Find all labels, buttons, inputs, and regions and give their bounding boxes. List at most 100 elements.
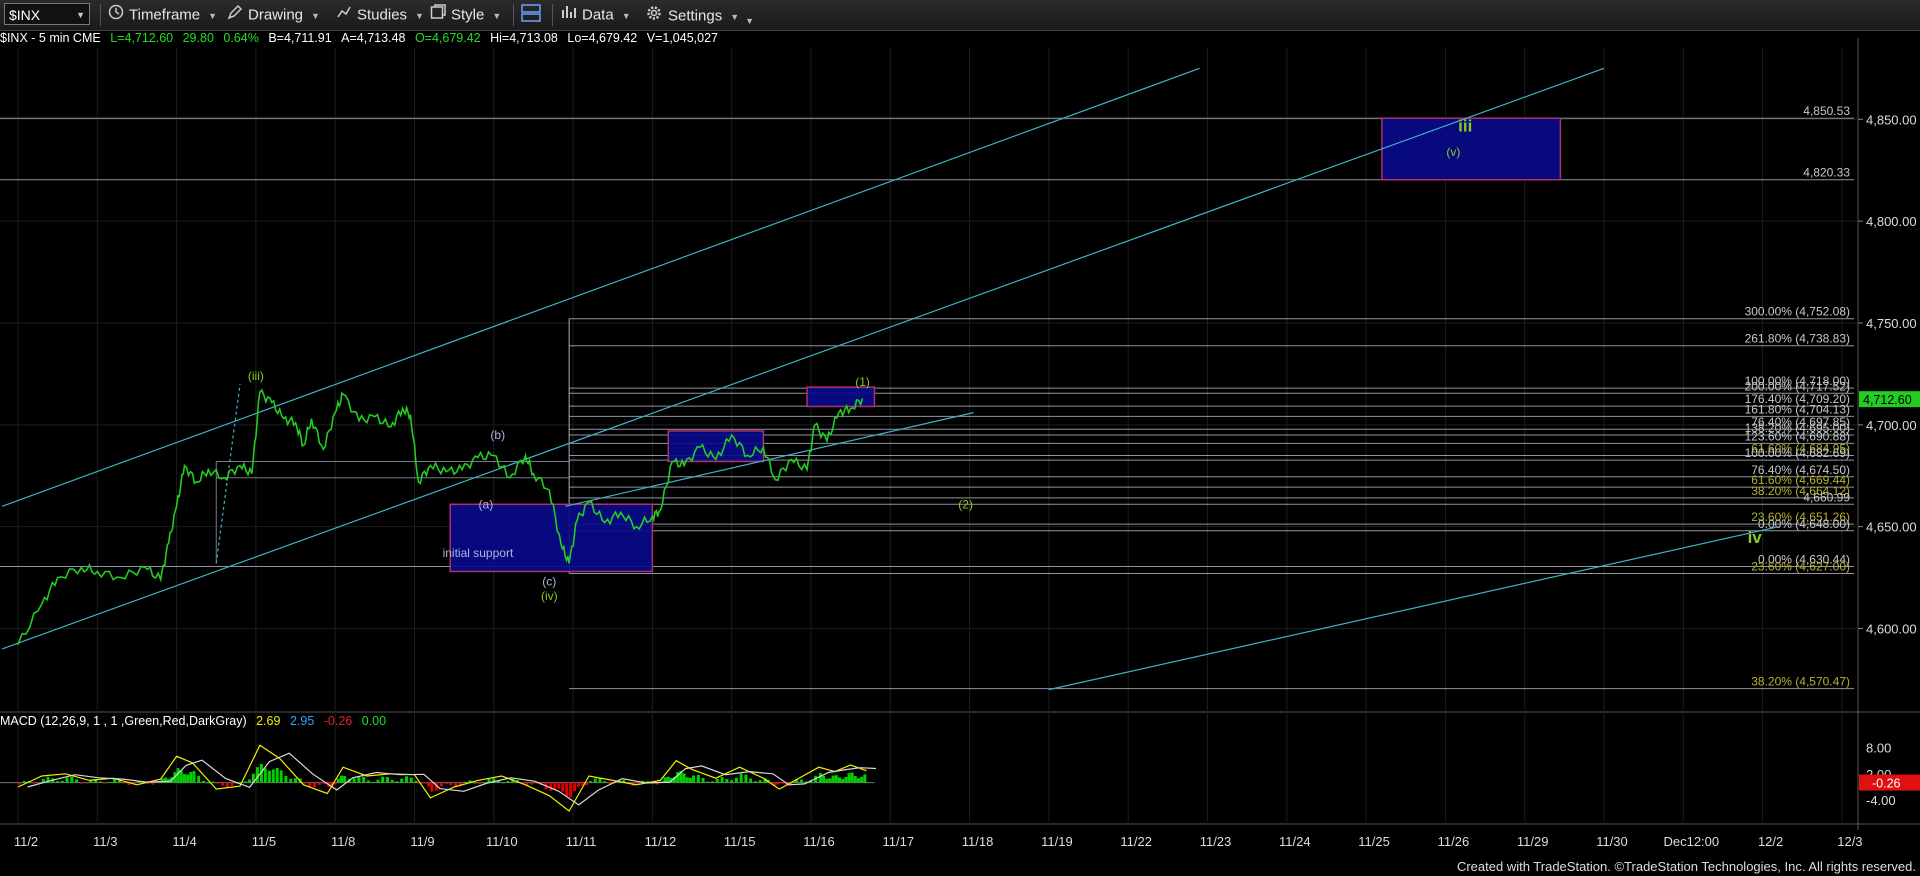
macd-histogram-bar bbox=[151, 782, 155, 785]
price-series bbox=[17, 388, 864, 646]
macd-histogram-bar bbox=[706, 781, 710, 783]
macd-histogram-bar bbox=[409, 777, 413, 783]
macd-histogram-bar bbox=[293, 778, 297, 783]
fib-level-label: 4,820.33 bbox=[1803, 166, 1850, 180]
macd-histogram-bar bbox=[822, 775, 826, 783]
wave-label: (iv) bbox=[541, 589, 558, 603]
macd-histogram-bar bbox=[477, 782, 481, 785]
macd-histogram-bar bbox=[853, 776, 857, 783]
macd-histogram-bar bbox=[744, 774, 748, 783]
macd-histogram-bar bbox=[725, 778, 729, 783]
macd-histogram-bar bbox=[856, 778, 860, 783]
macd-histogram-bar bbox=[776, 782, 780, 785]
y-tick-label: 4,650.00 bbox=[1866, 520, 1917, 535]
volume: V=1,045,027 bbox=[646, 31, 718, 45]
price-line bbox=[17, 388, 864, 646]
macd-histogram-bar bbox=[844, 776, 848, 783]
macd-histogram-bar bbox=[427, 782, 431, 787]
y-axis: 4,600.00 4,650.00 4,700.00 4,750.00 4,800.00… bbox=[1858, 112, 1920, 637]
x-tick-label: 11/23 bbox=[1200, 834, 1232, 849]
x-tick-label: 11/19 bbox=[1041, 834, 1073, 849]
last-price: L=4,712.60 bbox=[110, 31, 174, 45]
macd-histogram-bar bbox=[825, 778, 829, 783]
x-tick-label: 11/18 bbox=[962, 834, 994, 849]
macd-histogram-bar bbox=[553, 782, 557, 790]
macd-histogram-bar bbox=[385, 777, 389, 783]
x-tick-label: 11/25 bbox=[1358, 834, 1390, 849]
symbol-description: $INX - 5 min CME bbox=[0, 31, 101, 45]
macd-histogram-bar bbox=[352, 778, 356, 783]
macd-histogram-bar bbox=[557, 782, 561, 789]
y-tick-label: 4,800.00 bbox=[1866, 214, 1917, 229]
fib-level-label: 300.00% (4,752.08) bbox=[1745, 305, 1850, 319]
macd-histogram-bar bbox=[390, 779, 394, 783]
macd-histogram-bar bbox=[577, 782, 581, 787]
macd-histogram-bar bbox=[279, 770, 283, 783]
macd-histogram-bar bbox=[753, 781, 757, 783]
x-tick-label: 11/24 bbox=[1279, 834, 1311, 849]
macd-histogram-bar bbox=[65, 777, 69, 783]
fib-level-label: 4,660.99 bbox=[1803, 490, 1850, 504]
macd-histogram-bar bbox=[271, 769, 275, 783]
macd-histogram-bar bbox=[79, 782, 83, 784]
macd-hist-value: -0.26 bbox=[323, 714, 353, 728]
macd-histogram-bar bbox=[424, 782, 428, 784]
macd-histogram-bar bbox=[696, 774, 700, 783]
macd-histogram-bar bbox=[179, 770, 183, 783]
target-box bbox=[806, 386, 876, 408]
x-axis: 11/2 11/3 11/4 11/5 11/8 11/9 11/10 11/11 11/12 1… bbox=[14, 834, 1863, 849]
macd-histogram-bar bbox=[444, 782, 448, 784]
grid-lines bbox=[0, 38, 1920, 830]
fib-level-label: 261.80% (4,738.83) bbox=[1745, 332, 1850, 346]
fib-level-label: 38.20% (4,570.47) bbox=[1751, 675, 1850, 689]
macd-histogram-bar bbox=[463, 781, 467, 783]
macd-histogram-bar bbox=[201, 780, 205, 783]
macd-histogram-bar bbox=[247, 779, 251, 783]
macd-histogram-bar bbox=[84, 782, 88, 784]
ask-price: A=4,713.48 bbox=[341, 31, 406, 45]
macd-histogram-bar bbox=[758, 780, 762, 783]
x-tick-label: 11/10 bbox=[486, 834, 518, 849]
x-tick-label: 11/30 bbox=[1596, 834, 1628, 849]
macd-histogram-bar bbox=[676, 772, 680, 783]
macd-histogram-bar bbox=[317, 782, 321, 785]
macd-histogram-bar bbox=[244, 781, 248, 783]
macd-label: MACD (12,26,9, 1 , 1 ,Green,Red,DarkGray… bbox=[0, 714, 247, 728]
x-tick-label: Dec12:00 bbox=[1663, 834, 1719, 849]
macd-histogram-bar bbox=[860, 776, 864, 783]
macd-histogram-bar bbox=[289, 778, 293, 783]
macd-histogram-bar bbox=[362, 776, 366, 783]
target-boxes bbox=[449, 117, 1562, 573]
macd-last-label: -0.26 bbox=[1872, 777, 1901, 791]
macd-signal-value: 2.95 bbox=[289, 714, 315, 728]
macd-histogram-bar bbox=[32, 782, 36, 784]
macd-histogram-bar bbox=[593, 778, 597, 783]
x-tick-label: 11/5 bbox=[252, 834, 276, 849]
price-info-line: $INX - 5 min CME L=4,712.60 29.80 0.64% … bbox=[0, 30, 718, 47]
low-price: Lo=4,679.42 bbox=[567, 31, 638, 45]
x-tick-label: 11/11 bbox=[566, 834, 597, 849]
high-price: Hi=4,713.08 bbox=[490, 31, 558, 45]
x-tick-label: 12/3 bbox=[1837, 834, 1862, 849]
wave-label: (2) bbox=[958, 497, 973, 511]
macd-histogram-bar bbox=[339, 775, 343, 783]
macd-histogram-bar bbox=[230, 782, 234, 786]
macd-histogram-bar bbox=[847, 773, 851, 783]
macd-histogram-bar bbox=[720, 777, 724, 783]
macd-histogram-bar bbox=[404, 776, 408, 783]
wave-label: (c) bbox=[542, 575, 556, 589]
y-tick-label: 4,700.00 bbox=[1866, 418, 1917, 433]
macd-histogram-bar bbox=[371, 782, 375, 784]
macd-histogram-bar bbox=[303, 782, 307, 784]
macd-histogram-bar bbox=[414, 780, 418, 783]
macd-histogram-bar bbox=[685, 777, 689, 783]
bid-price: B=4,711.91 bbox=[268, 31, 332, 45]
macd-histogram-bar bbox=[192, 771, 196, 783]
copyright-footer: Created with TradeStation. ©TradeStation… bbox=[1456, 859, 1916, 874]
y-tick-label: 4,750.00 bbox=[1866, 316, 1917, 331]
macd-histogram-bar bbox=[98, 781, 102, 783]
fib-level-label: 23.60% (4,627.00) bbox=[1751, 560, 1850, 574]
macd-histogram-bar bbox=[715, 778, 719, 783]
wave-label: (1) bbox=[855, 375, 870, 389]
chart-canvas[interactable]: 4,850.53 4,820.33 300.00% (4,752.08) 261.80… bbox=[0, 0, 1920, 876]
